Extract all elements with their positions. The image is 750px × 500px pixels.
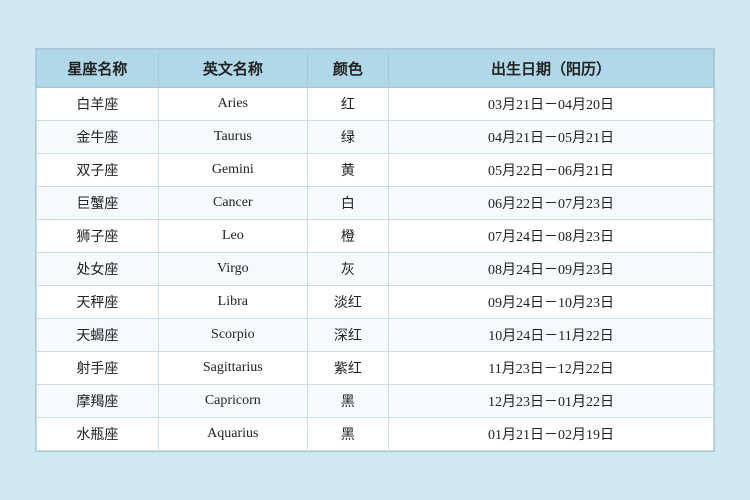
cell-color: 淡红 [307, 286, 388, 319]
cell-color: 紫红 [307, 352, 388, 385]
cell-cn: 狮子座 [37, 220, 159, 253]
cell-cn: 处女座 [37, 253, 159, 286]
cell-cn: 双子座 [37, 154, 159, 187]
table-row: 巨蟹座Cancer白06月22日－07月23日 [37, 187, 714, 220]
cell-cn: 射手座 [37, 352, 159, 385]
table-header-row: 星座名称 英文名称 颜色 出生日期（阳历） [37, 50, 714, 88]
zodiac-table: 星座名称 英文名称 颜色 出生日期（阳历） 白羊座Aries红03月21日－04… [36, 49, 714, 451]
cell-cn: 天秤座 [37, 286, 159, 319]
cell-date: 06月22日－07月23日 [389, 187, 714, 220]
table-row: 水瓶座Aquarius黑01月21日－02月19日 [37, 418, 714, 451]
cell-cn: 水瓶座 [37, 418, 159, 451]
cell-date: 07月24日－08月23日 [389, 220, 714, 253]
cell-date: 05月22日－06月21日 [389, 154, 714, 187]
header-en: 英文名称 [158, 50, 307, 88]
cell-date: 12月23日－01月22日 [389, 385, 714, 418]
cell-date: 01月21日－02月19日 [389, 418, 714, 451]
table-row: 摩羯座Capricorn黑12月23日－01月22日 [37, 385, 714, 418]
cell-color: 绿 [307, 121, 388, 154]
table-row: 双子座Gemini黄05月22日－06月21日 [37, 154, 714, 187]
cell-en: Leo [158, 220, 307, 253]
cell-color: 橙 [307, 220, 388, 253]
cell-en: Gemini [158, 154, 307, 187]
cell-en: Aquarius [158, 418, 307, 451]
cell-color: 白 [307, 187, 388, 220]
cell-cn: 摩羯座 [37, 385, 159, 418]
header-cn: 星座名称 [37, 50, 159, 88]
cell-en: Cancer [158, 187, 307, 220]
table-row: 狮子座Leo橙07月24日－08月23日 [37, 220, 714, 253]
cell-en: Sagittarius [158, 352, 307, 385]
zodiac-table-wrapper: 星座名称 英文名称 颜色 出生日期（阳历） 白羊座Aries红03月21日－04… [35, 48, 715, 452]
table-row: 金牛座Taurus绿04月21日－05月21日 [37, 121, 714, 154]
cell-en: Capricorn [158, 385, 307, 418]
cell-en: Scorpio [158, 319, 307, 352]
table-row: 天蝎座Scorpio深红10月24日－11月22日 [37, 319, 714, 352]
cell-cn: 白羊座 [37, 88, 159, 121]
cell-color: 黑 [307, 385, 388, 418]
cell-cn: 天蝎座 [37, 319, 159, 352]
cell-color: 黑 [307, 418, 388, 451]
cell-en: Aries [158, 88, 307, 121]
cell-en: Libra [158, 286, 307, 319]
cell-cn: 金牛座 [37, 121, 159, 154]
table-row: 处女座Virgo灰08月24日－09月23日 [37, 253, 714, 286]
table-row: 天秤座Libra淡红09月24日－10月23日 [37, 286, 714, 319]
cell-cn: 巨蟹座 [37, 187, 159, 220]
cell-date: 04月21日－05月21日 [389, 121, 714, 154]
cell-color: 红 [307, 88, 388, 121]
cell-date: 03月21日－04月20日 [389, 88, 714, 121]
header-color: 颜色 [307, 50, 388, 88]
cell-en: Virgo [158, 253, 307, 286]
table-row: 白羊座Aries红03月21日－04月20日 [37, 88, 714, 121]
cell-en: Taurus [158, 121, 307, 154]
cell-date: 11月23日－12月22日 [389, 352, 714, 385]
cell-date: 08月24日－09月23日 [389, 253, 714, 286]
cell-date: 09月24日－10月23日 [389, 286, 714, 319]
table-row: 射手座Sagittarius紫红11月23日－12月22日 [37, 352, 714, 385]
cell-color: 黄 [307, 154, 388, 187]
cell-date: 10月24日－11月22日 [389, 319, 714, 352]
cell-color: 灰 [307, 253, 388, 286]
cell-color: 深红 [307, 319, 388, 352]
header-date: 出生日期（阳历） [389, 50, 714, 88]
